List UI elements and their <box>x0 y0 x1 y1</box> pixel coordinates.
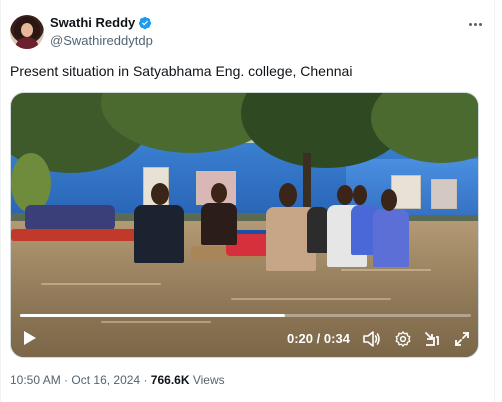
verified-badge-icon <box>139 16 152 30</box>
tweet-meta: 10:50 AM · Oct 16, 2024 · 766.6K Views <box>10 373 225 387</box>
avatar[interactable] <box>10 15 44 49</box>
meta-separator: · <box>64 373 69 387</box>
video-progress-fill <box>20 314 286 317</box>
divider-left <box>0 0 1 402</box>
author-handle[interactable]: @Swathireddytdp <box>50 33 153 49</box>
views-label: Views <box>192 373 225 387</box>
video-duration: 0:34 <box>323 331 350 346</box>
video-time-separator: / <box>316 331 321 346</box>
more-options-icon[interactable] <box>464 16 486 32</box>
author-name[interactable]: Swathi Reddy <box>50 15 135 31</box>
video-time: 0:20 / 0:34 <box>287 332 350 346</box>
fullscreen-icon[interactable] <box>454 331 470 347</box>
author-name-row[interactable]: Swathi Reddy <box>50 15 152 31</box>
video-controls: 0:20 / 0:34 <box>11 323 478 353</box>
views-count: 766.6K <box>150 373 190 387</box>
video-player[interactable]: 0:20 / 0:34 <box>10 92 479 358</box>
tweet-text: Present situation in Satyabhama Eng. col… <box>10 63 353 79</box>
tweet-date[interactable]: Oct 16, 2024 <box>71 373 140 387</box>
video-frame <box>11 93 478 357</box>
play-icon[interactable] <box>23 330 37 346</box>
video-progress-bar[interactable] <box>20 314 471 317</box>
divider-right <box>494 0 495 402</box>
video-current-time: 0:20 <box>287 331 314 346</box>
tweet-card[interactable]: Swathi Reddy @Swathireddytdp Present sit… <box>0 0 502 402</box>
settings-icon[interactable] <box>394 330 412 348</box>
meta-separator: · <box>143 373 148 387</box>
volume-icon[interactable] <box>363 331 381 347</box>
minimize-icon[interactable] <box>424 331 440 347</box>
tweet-time[interactable]: 10:50 AM <box>10 373 61 387</box>
